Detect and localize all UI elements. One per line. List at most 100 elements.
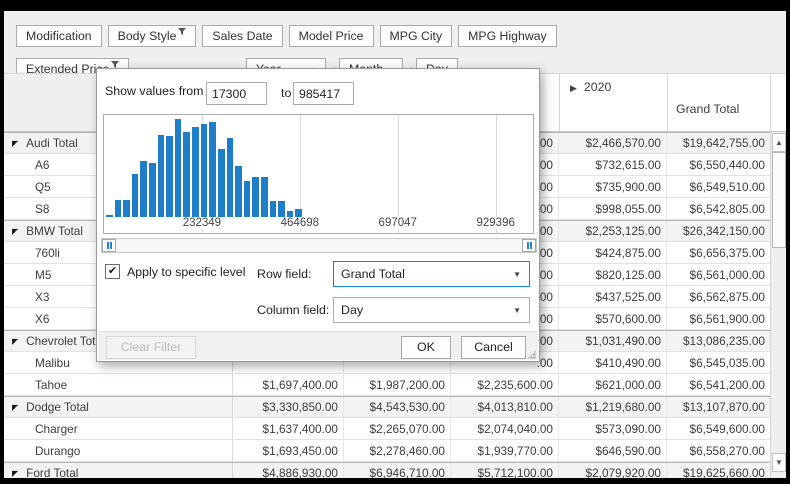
chevron-down-icon[interactable]: ▼: [513, 270, 521, 279]
field-chip-mpg-city[interactable]: MPG City: [380, 25, 453, 47]
cell: $5,712,100.00: [451, 463, 559, 478]
ok-button[interactable]: OK: [401, 336, 451, 359]
histogram-bar: [158, 135, 165, 217]
row-header-label: X6: [35, 312, 49, 326]
field-chip-model-price[interactable]: Model Price: [289, 25, 374, 47]
field-chip-label: Sales Date: [212, 29, 272, 43]
axis-tick-label: 929396: [474, 217, 516, 229]
row-header-label: M5: [35, 268, 51, 282]
cell: $573,090.00: [559, 418, 667, 439]
row-header-cell[interactable]: Durango: [4, 440, 233, 461]
histogram-bar: [123, 200, 130, 217]
histogram-bar: [183, 132, 190, 217]
row-field-combobox[interactable]: Grand Total ▼: [333, 261, 530, 287]
field-chip-label: Modification: [26, 29, 92, 43]
scroll-up-button[interactable]: ▲: [772, 133, 786, 152]
cell: $1,697,400.00: [233, 374, 344, 395]
column-field-combobox[interactable]: Day ▼: [333, 297, 530, 323]
cell: $998,055.00: [559, 198, 667, 219]
row-header-cell[interactable]: Tahoe: [4, 374, 233, 395]
row-field-value: Grand Total: [341, 267, 405, 281]
row-header-label: Malibu: [35, 356, 70, 370]
expand-row-icon[interactable]: ◤: [12, 403, 18, 412]
cell: $6,549,600.00: [667, 418, 770, 439]
column-header-grand-total[interactable]: Grand Total: [676, 102, 739, 116]
expand-row-icon[interactable]: ◤: [12, 469, 18, 478]
row-header-label: Q5: [35, 180, 51, 194]
row-header-cell[interactable]: ◤ Dodge Total: [4, 397, 233, 417]
expand-column-icon[interactable]: ▶: [570, 83, 577, 93]
cell: $4,543,530.00: [344, 397, 451, 417]
cell: $13,086,235.00: [667, 331, 770, 351]
range-slider-track[interactable]: [101, 238, 537, 253]
histogram-bar: [132, 174, 139, 217]
cell: $437,525.00: [559, 286, 667, 307]
filter-dialog: Show values from to 23234946469869704792…: [96, 68, 540, 362]
histogram-bar: [106, 215, 113, 217]
row-header-label: S8: [35, 202, 49, 216]
cell: $735,900.00: [559, 176, 667, 197]
chevron-down-icon[interactable]: ▼: [513, 306, 521, 315]
expand-row-icon[interactable]: ◤: [12, 227, 18, 236]
cell: $6,541,200.00: [667, 374, 770, 395]
cell: $820,125.00: [559, 264, 667, 285]
cancel-button[interactable]: Cancel: [461, 336, 526, 359]
histogram-bar: [244, 181, 251, 217]
table-row: Charger$1,637,400.00$2,265,070.00$2,074,…: [4, 418, 770, 440]
expand-row-icon[interactable]: ◤: [12, 139, 18, 148]
cell: $19,642,755.00: [667, 133, 770, 153]
apply-level-checkbox[interactable]: ✔: [105, 264, 120, 279]
cell: $6,656,375.00: [667, 242, 770, 263]
histogram-bar: [201, 124, 208, 217]
histogram-bar: [218, 149, 225, 217]
column-header-2020[interactable]: ▶2020: [570, 80, 611, 94]
filter-icon[interactable]: [178, 25, 186, 39]
to-value-input[interactable]: [293, 82, 354, 105]
cell: $19,625,660.00: [667, 463, 770, 478]
row-header-cell[interactable]: ◤ Ford Total: [4, 463, 233, 478]
histogram-bars: [106, 119, 302, 217]
histogram-bar: [278, 201, 285, 217]
row-header-label: Ford Total: [26, 466, 78, 478]
histogram-bar: [192, 127, 199, 217]
scrollbar-thumb[interactable]: [772, 152, 786, 248]
cell: $2,074,040.00: [451, 418, 559, 439]
from-value-input[interactable]: [206, 82, 267, 105]
cell: $13,107,870.00: [667, 397, 770, 417]
field-chip-sales-date[interactable]: Sales Date: [202, 25, 282, 47]
row-field-label: Row field:: [257, 267, 311, 281]
cell: $26,342,150.00: [667, 221, 770, 241]
apply-level-label: Apply to specific level: [127, 265, 245, 279]
show-values-from-label: Show values from: [105, 84, 203, 98]
range-slider-left-handle[interactable]: [102, 239, 116, 252]
histogram-bar: [227, 138, 234, 217]
cell: $6,542,805.00: [667, 198, 770, 219]
axis-tick-label: 232349: [181, 217, 223, 229]
histogram-bar: [295, 209, 302, 217]
grid-line: [496, 115, 497, 233]
row-header-label: A6: [35, 158, 49, 172]
row-header-cell[interactable]: Charger: [4, 418, 233, 439]
expand-row-icon[interactable]: ◤: [12, 337, 18, 346]
cell: $424,875.00: [559, 242, 667, 263]
vertical-scrollbar[interactable]: ▲ ▼: [770, 132, 786, 478]
table-row: Durango$1,693,450.00$2,278,460.00$1,939,…: [4, 440, 770, 462]
field-chip-modification[interactable]: Modification: [16, 25, 102, 47]
field-chip-mpg-highway[interactable]: MPG Highway: [458, 25, 557, 47]
cell: $2,265,070.00: [344, 418, 451, 439]
cell: $732,615.00: [559, 154, 667, 175]
histogram-bar: [166, 136, 173, 217]
column-field-label: Column field:: [257, 303, 329, 317]
cell: $4,013,810.00: [451, 397, 559, 417]
field-chip-body-style[interactable]: Body Style: [108, 25, 197, 47]
cell: $1,219,680.00: [559, 397, 667, 417]
clear-filter-button[interactable]: Clear Filter: [106, 336, 196, 359]
row-header-label: X3: [35, 290, 49, 304]
scroll-down-button[interactable]: ▼: [772, 453, 786, 472]
row-header-label: Dodge Total: [26, 400, 89, 414]
histogram-bar: [175, 119, 182, 217]
dialog-footer: Clear Filter OK Cancel: [98, 331, 538, 360]
cell: $6,558,270.00: [667, 440, 770, 461]
axis-tick-label: 464698: [279, 217, 321, 229]
range-slider-right-handle[interactable]: [522, 239, 536, 252]
